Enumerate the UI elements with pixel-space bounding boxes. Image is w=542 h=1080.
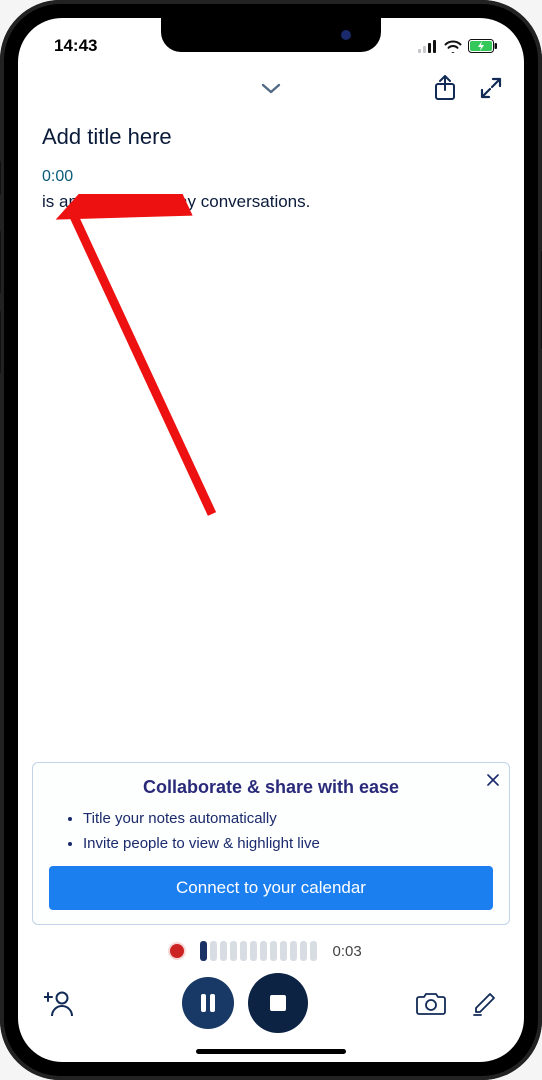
wave-bar [220, 941, 227, 961]
phone-frame: 14:43 [0, 0, 542, 1080]
wave-bar [250, 941, 257, 961]
status-time: 14:43 [54, 36, 97, 56]
transcript-timestamp: 0:00 [42, 168, 500, 186]
add-person-icon[interactable] [44, 989, 74, 1017]
stop-button[interactable] [248, 973, 308, 1033]
close-icon[interactable] [487, 773, 499, 789]
chevron-down-icon[interactable] [260, 81, 282, 95]
pause-button[interactable] [182, 977, 234, 1029]
wave-bar [230, 941, 237, 961]
transcript-line: is an AI for everyday conversations. [42, 190, 500, 214]
wifi-icon [444, 40, 462, 53]
camera-icon[interactable] [416, 991, 446, 1015]
stop-icon [267, 992, 289, 1014]
battery-charging-icon [468, 39, 498, 53]
screen: 14:43 [18, 18, 524, 1062]
wave-bar [260, 941, 267, 961]
wave-bar [300, 941, 307, 961]
wave-bar [270, 941, 277, 961]
waveform-row: 0:03 [18, 931, 524, 965]
front-camera-icon [341, 30, 351, 40]
wave-bar [310, 941, 317, 961]
cellular-icon [418, 40, 438, 53]
expand-icon[interactable] [480, 77, 502, 99]
connect-calendar-button[interactable]: Connect to your calendar [49, 866, 493, 910]
recording-indicator-icon [170, 944, 184, 958]
annotation-arrow-icon [42, 194, 242, 534]
wave-bar [290, 941, 297, 961]
wave-bar [280, 941, 287, 961]
volume-down-button [0, 310, 1, 374]
home-indicator[interactable] [196, 1049, 346, 1054]
promo-bullet: Invite people to view & highlight live [83, 835, 493, 852]
share-icon[interactable] [434, 75, 456, 101]
controls-row [18, 965, 524, 1047]
promo-bullet: Title your notes automatically [83, 810, 493, 827]
header [18, 66, 524, 108]
note-title-input[interactable]: Add title here [42, 124, 500, 150]
wave-bar [200, 941, 207, 961]
promo-card: Collaborate & share with ease Title your… [32, 762, 510, 925]
notch [161, 18, 381, 52]
wave-bar [240, 941, 247, 961]
main-content: Add title here 0:00 is an AI for everyda… [18, 108, 524, 762]
status-bar-right [418, 39, 498, 53]
promo-bullets: Title your notes automatically Invite pe… [49, 810, 493, 852]
pause-icon [199, 993, 217, 1013]
volume-up-button [0, 230, 1, 294]
highlight-pen-icon[interactable] [472, 990, 498, 1016]
wave-bar [210, 941, 217, 961]
playback-controls [182, 973, 308, 1033]
promo-title: Collaborate & share with ease [49, 777, 493, 798]
elapsed-time: 0:03 [333, 943, 373, 960]
waveform-bars [200, 941, 317, 961]
mute-switch [0, 160, 1, 196]
